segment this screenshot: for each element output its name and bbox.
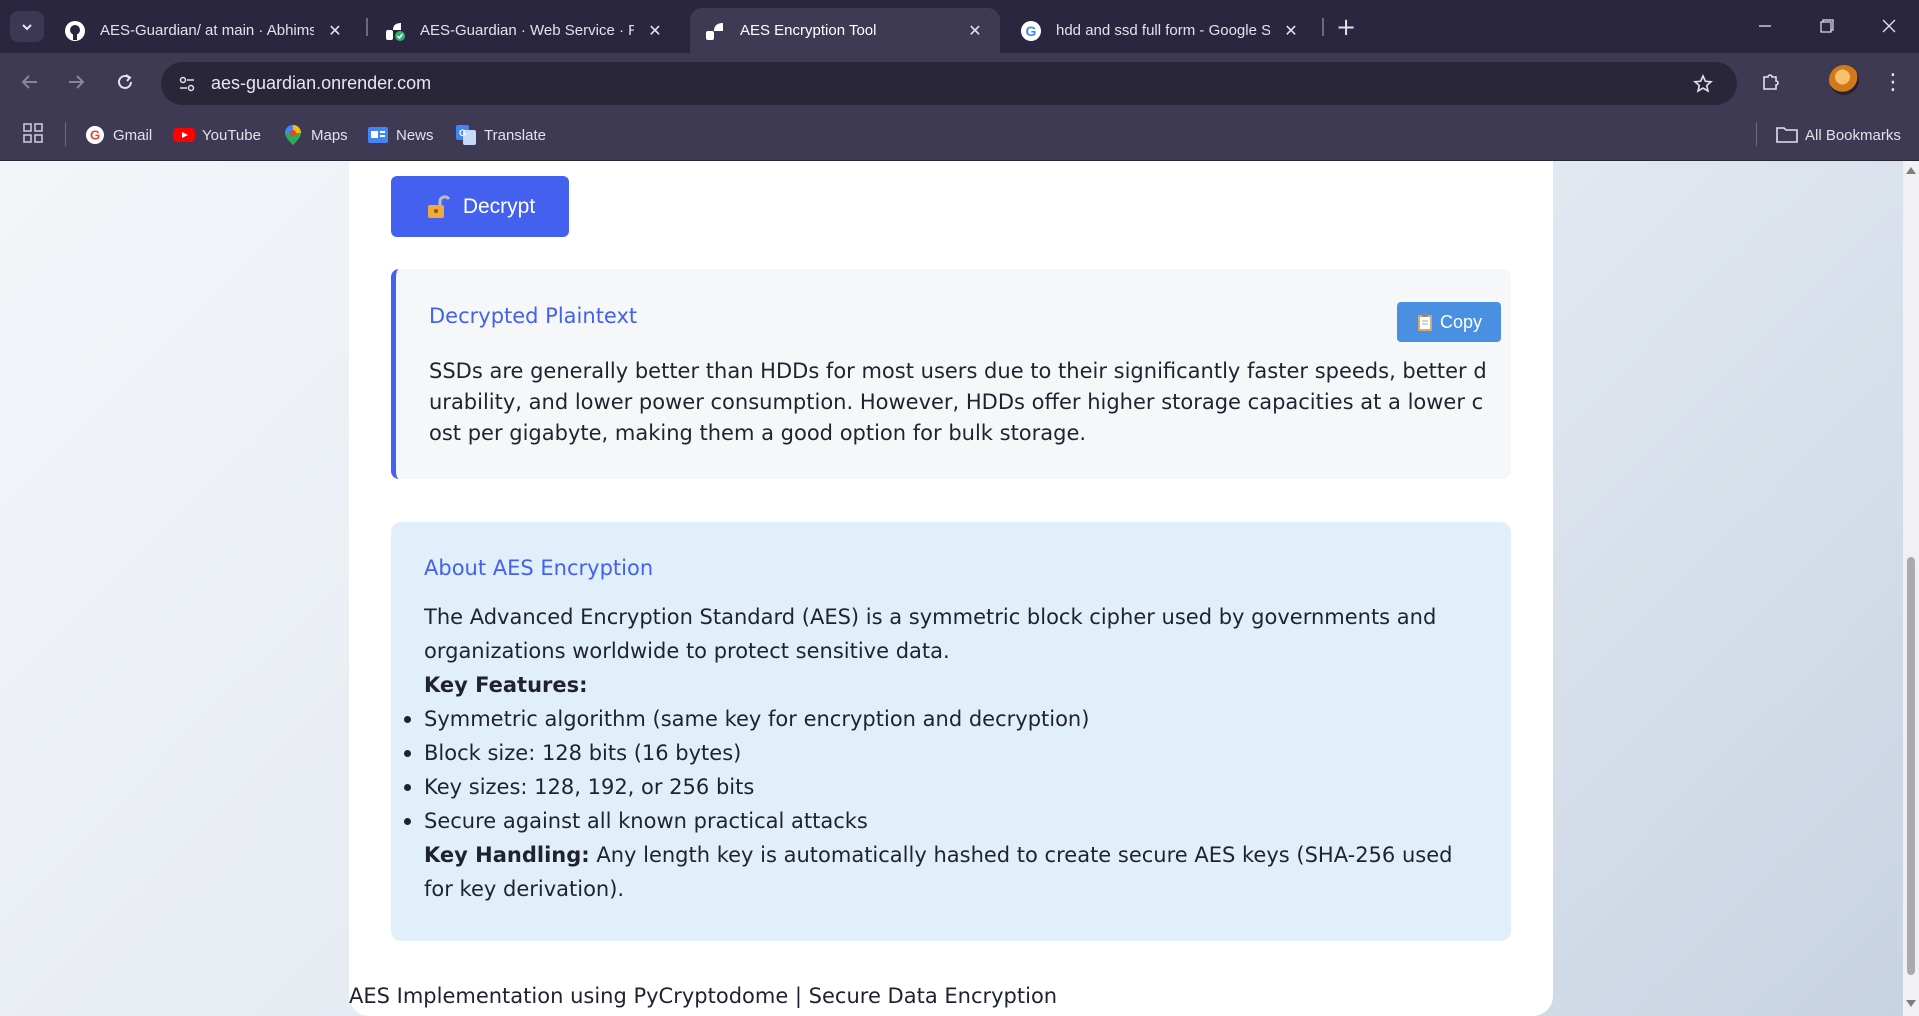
- bookmark-youtube[interactable]: YouTube: [173, 121, 261, 149]
- tab-github[interactable]: AES-Guardian/ at main · Abhims89 ✕: [50, 8, 360, 53]
- bookmark-label: YouTube: [202, 126, 261, 144]
- maps-icon: [282, 124, 304, 146]
- scroll-down-arrow-icon[interactable]: [1906, 1000, 1916, 1007]
- tab-strip: AES-Guardian/ at main · Abhims89 ✕ AES-G…: [0, 0, 1919, 53]
- bookmark-maps[interactable]: Maps: [282, 121, 348, 149]
- forward-button[interactable]: [61, 67, 91, 97]
- close-icon[interactable]: ✕: [1280, 20, 1302, 42]
- feature-item: Key sizes: 128, 192, or 256 bits: [404, 770, 1484, 804]
- tab-title: AES Encryption Tool: [740, 22, 877, 39]
- unlocked-icon: [427, 194, 451, 218]
- copy-button[interactable]: Copy: [1397, 302, 1501, 342]
- apps-grid-icon[interactable]: [22, 122, 48, 148]
- close-icon[interactable]: ✕: [644, 20, 666, 42]
- plus-icon: +: [1335, 13, 1357, 41]
- tab-divider: [366, 18, 368, 36]
- translate-icon: G: [455, 124, 477, 146]
- minimize-icon: [1759, 25, 1771, 27]
- profile-avatar[interactable]: [1829, 65, 1859, 95]
- svg-text:G: G: [90, 128, 100, 143]
- page-viewport: Decrypt Decrypted Plaintext Copy SSDs ar…: [0, 161, 1903, 1016]
- minimize-button[interactable]: [1742, 10, 1788, 42]
- bookmark-label: Maps: [311, 126, 348, 144]
- bookmark-star-icon[interactable]: [1690, 71, 1716, 97]
- url-text[interactable]: aes-guardian.onrender.com: [211, 73, 431, 94]
- puzzle-icon: [1763, 74, 1779, 90]
- chevron-down-icon: [22, 23, 32, 30]
- tab-search-button[interactable]: [10, 11, 44, 42]
- tab-google-search[interactable]: G hdd and ssd full form - Google Search …: [1006, 8, 1316, 53]
- close-icon: [1882, 19, 1896, 33]
- tab-title: AES-Guardian/ at main · Abhims89: [100, 22, 314, 39]
- decrypted-plaintext: SSDs are generally better than HDDs for …: [429, 359, 1487, 445]
- feature-item: Symmetric algorithm (same key for encryp…: [404, 702, 1484, 736]
- about-title: About AES Encryption: [424, 556, 654, 580]
- browser-menu-button[interactable]: ⋮: [1880, 67, 1906, 97]
- all-bookmarks-label: All Bookmarks: [1805, 126, 1901, 144]
- render-icon: [384, 20, 406, 42]
- feature-item: Block size: 128 bits (16 bytes): [404, 736, 1484, 770]
- arrow-right-icon: [69, 75, 85, 89]
- bookmark-divider: [65, 122, 66, 146]
- key-handling: Key Handling: Any length key is automati…: [424, 838, 1484, 906]
- about-intro: The Advanced Encryption Standard (AES) i…: [424, 605, 1437, 663]
- svg-text:G: G: [1026, 23, 1037, 39]
- bookmark-label: Translate: [484, 126, 546, 144]
- svg-text:G: G: [459, 128, 466, 138]
- close-icon[interactable]: ✕: [964, 20, 986, 42]
- youtube-icon: [173, 124, 195, 146]
- back-button[interactable]: [15, 67, 45, 97]
- handling-heading: Key Handling:: [424, 843, 590, 867]
- bookmark-gmail[interactable]: G Gmail: [84, 121, 152, 149]
- reload-icon: [118, 74, 132, 89]
- bookmark-news[interactable]: News: [367, 121, 434, 149]
- new-tab-button[interactable]: +: [1332, 13, 1360, 41]
- about-aes-panel: About AES Encryption The Advanced Encryp…: [391, 522, 1511, 941]
- github-icon: [64, 20, 86, 42]
- close-icon[interactable]: ✕: [324, 20, 346, 42]
- google-icon: G: [1020, 20, 1042, 42]
- result-title: Decrypted Plaintext: [429, 304, 638, 328]
- tab-title: hdd and ssd full form - Google Search: [1056, 22, 1270, 39]
- extensions-button[interactable]: [1756, 67, 1786, 97]
- bookmarks-bar: G Gmail YouTube Maps News G Translate Al…: [0, 108, 1919, 161]
- copy-label: Copy: [1439, 311, 1483, 332]
- browser-toolbar: aes-guardian.onrender.com ⋮: [0, 53, 1919, 108]
- reload-button[interactable]: [110, 67, 140, 97]
- about-body: The Advanced Encryption Standard (AES) i…: [404, 600, 1484, 906]
- bookmark-translate[interactable]: G Translate: [455, 121, 546, 149]
- clipboard-icon: [1417, 313, 1432, 331]
- close-window-button[interactable]: [1866, 10, 1912, 42]
- main-card: Decrypt Decrypted Plaintext Copy SSDs ar…: [349, 161, 1553, 1016]
- bookmark-label: News: [396, 126, 434, 144]
- render-icon: [704, 20, 726, 42]
- features-heading: Key Features:: [424, 673, 588, 697]
- tab-divider: [1322, 18, 1324, 36]
- more-vertical-icon: ⋮: [1882, 69, 1904, 95]
- tab-aes-tool[interactable]: AES Encryption Tool ✕: [690, 8, 1000, 53]
- page-scrollbar[interactable]: [1903, 161, 1919, 1016]
- address-bar[interactable]: aes-guardian.onrender.com: [161, 62, 1737, 105]
- feature-item: Secure against all known practical attac…: [404, 804, 1484, 838]
- news-icon: [367, 124, 389, 146]
- bookmark-label: Gmail: [113, 126, 153, 144]
- arrow-left-icon: [21, 75, 37, 89]
- bookmark-divider: [1756, 122, 1757, 146]
- restore-icon: [1820, 19, 1834, 33]
- page-footer: AES Implementation using PyCryptodome | …: [349, 984, 1058, 1008]
- decrypt-button[interactable]: Decrypt: [391, 176, 569, 237]
- decrypted-result-panel: Decrypted Plaintext Copy SSDs are genera…: [391, 269, 1511, 479]
- folder-icon: [1776, 124, 1798, 146]
- tab-render-dashboard[interactable]: AES-Guardian · Web Service · Render ✕: [370, 8, 680, 53]
- all-bookmarks-button[interactable]: All Bookmarks: [1776, 121, 1901, 149]
- site-info-icon[interactable]: [173, 70, 201, 98]
- google-icon: G: [84, 124, 106, 146]
- scrollbar-thumb[interactable]: [1907, 557, 1915, 975]
- tab-title: AES-Guardian · Web Service · Render: [420, 22, 634, 39]
- restore-button[interactable]: [1804, 10, 1850, 42]
- scroll-up-arrow-icon[interactable]: [1906, 167, 1916, 174]
- decrypt-label: Decrypt: [462, 194, 536, 218]
- features-list: Symmetric algorithm (same key for encryp…: [404, 702, 1484, 838]
